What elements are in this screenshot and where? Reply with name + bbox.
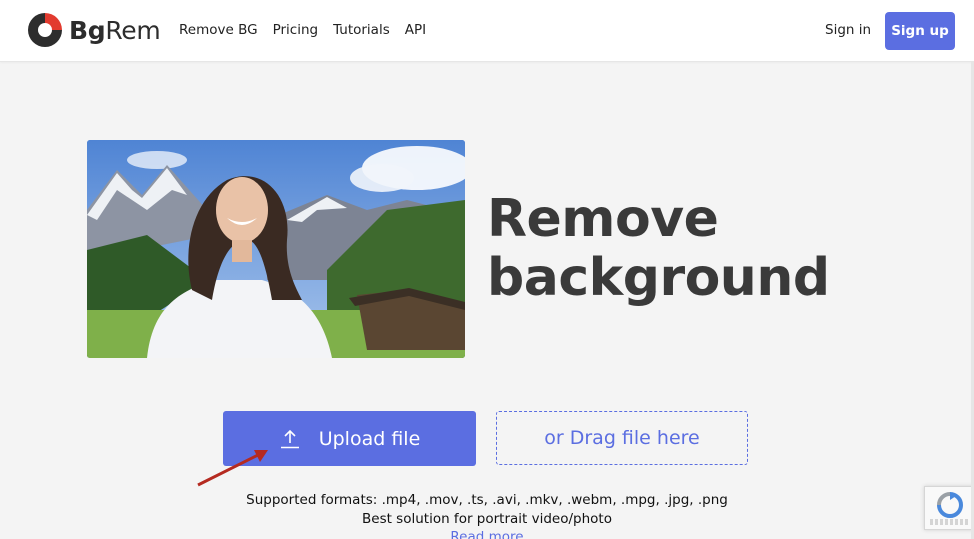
read-more-link[interactable]: Read more xyxy=(0,529,974,539)
sign-in-link[interactable]: Sign in xyxy=(825,22,871,38)
nav-remove-bg[interactable]: Remove BG xyxy=(179,22,258,38)
recaptcha-badge[interactable] xyxy=(924,486,974,530)
top-header: BgRem Remove BG Pricing Tutorials API Si… xyxy=(0,0,974,62)
upload-file-label: Upload file xyxy=(318,427,421,450)
logo-icon xyxy=(28,13,62,47)
best-solution-text: Best solution for portrait video/photo xyxy=(362,511,612,527)
logo-text: BgRem xyxy=(69,15,161,45)
page: BgRem Remove BG Pricing Tutorials API Si… xyxy=(0,0,974,539)
nav-tutorials[interactable]: Tutorials xyxy=(333,22,390,38)
drag-drop-label: or Drag file here xyxy=(544,427,700,449)
red-arrow-annotation xyxy=(197,450,268,487)
bgrem-logo[interactable]: BgRem xyxy=(28,13,161,47)
hero-title: Remove background xyxy=(487,190,830,308)
hero-title-line1: Remove xyxy=(487,189,719,249)
upload-icon xyxy=(280,429,299,448)
recaptcha-icon xyxy=(937,492,963,518)
sign-up-button[interactable]: Sign up xyxy=(885,12,955,50)
hero-image xyxy=(87,140,465,358)
main-nav: Remove BG Pricing Tutorials API xyxy=(179,22,426,38)
recaptcha-fineprint xyxy=(930,519,970,525)
supported-formats-text: Supported formats: .mp4, .mov, .ts, .avi… xyxy=(246,492,728,508)
nav-pricing[interactable]: Pricing xyxy=(273,22,319,38)
hero-title-line2: background xyxy=(487,248,830,308)
drag-drop-zone[interactable]: or Drag file here xyxy=(496,411,748,465)
nav-api[interactable]: API xyxy=(405,22,426,38)
